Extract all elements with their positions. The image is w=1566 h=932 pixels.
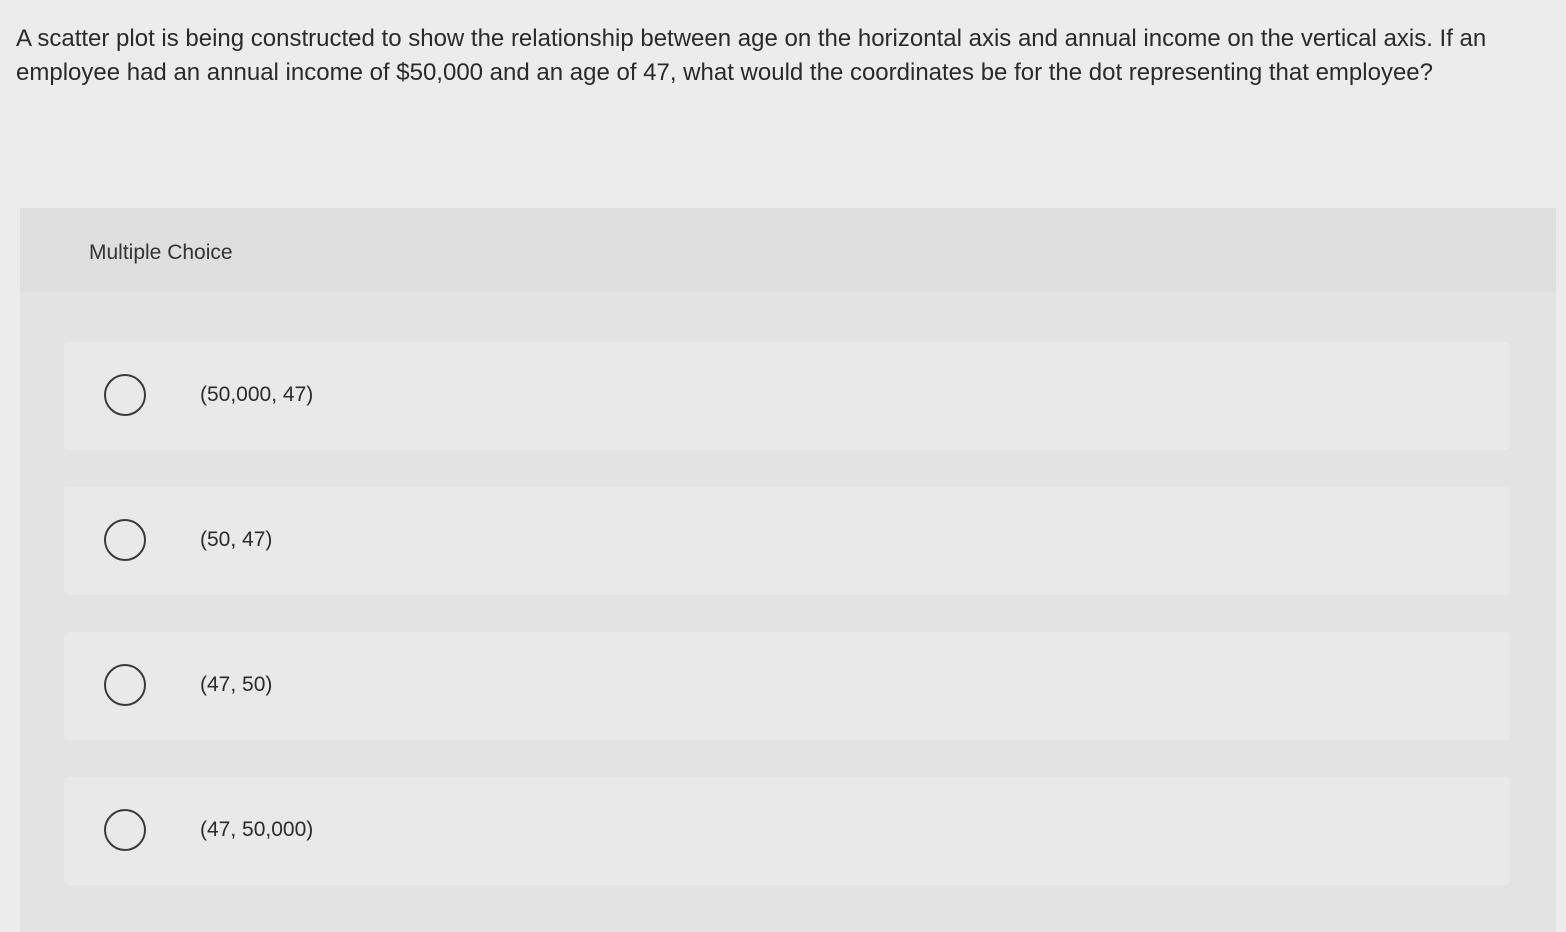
choice-option-4[interactable]: (47, 50,000): [64, 777, 1510, 885]
multiple-choice-header: Multiple Choice: [20, 208, 1556, 292]
choice-option-2[interactable]: (50, 47): [64, 487, 1510, 595]
choice-label: (50, 47): [200, 528, 273, 551]
radio-button-icon[interactable]: [104, 519, 146, 561]
choice-option-3[interactable]: (47, 50): [64, 632, 1510, 740]
multiple-choice-panel: Multiple Choice (50,000, 47) (50, 47) (4…: [20, 208, 1556, 932]
radio-button-icon[interactable]: [104, 809, 146, 851]
choice-label: (47, 50,000): [200, 818, 314, 841]
radio-button-icon[interactable]: [104, 374, 146, 416]
choice-label: (50,000, 47): [200, 383, 314, 406]
question-text: A scatter plot is being constructed to s…: [16, 25, 1487, 86]
multiple-choice-label: Multiple Choice: [89, 241, 233, 264]
radio-button-icon[interactable]: [104, 664, 146, 706]
choice-option-1[interactable]: (50,000, 47): [64, 342, 1510, 450]
choice-list: (50,000, 47) (50, 47) (47, 50) (47, 50,0…: [64, 342, 1510, 922]
choice-label: (47, 50): [200, 673, 273, 696]
